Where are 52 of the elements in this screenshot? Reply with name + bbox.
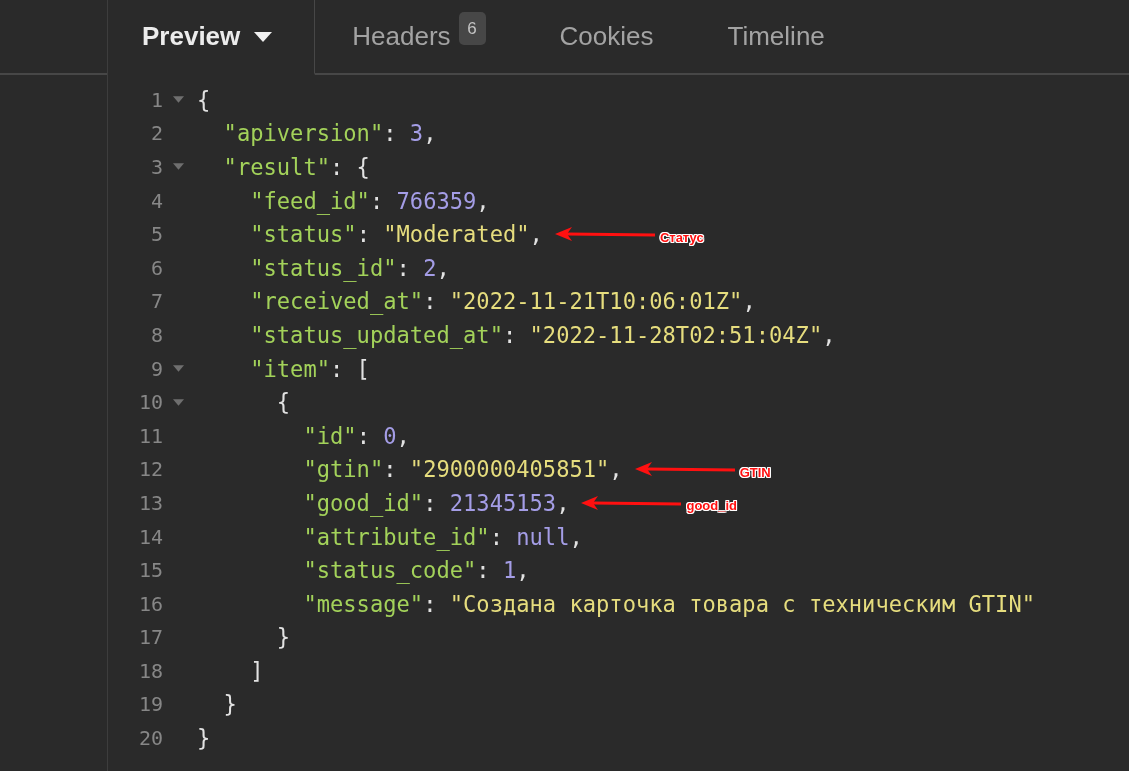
code-line: "attribute_id": null, [303,523,583,550]
line-number: 3 [149,155,163,179]
annotation-label: GTIN [739,464,771,480]
code-line: "status_updated_at": "2022-11-28T02:51:04Z", [250,321,836,348]
code-line: } [223,691,237,718]
code-line: "status": "Moderated", [250,221,543,248]
line-number: 12 [137,457,163,482]
code-line: "item": [ [250,355,370,382]
code-line: "gtin": "2900000405851", [303,456,623,483]
code-line: "good_id": 21345153, [303,489,570,516]
line-number: 9 [149,356,163,381]
tab[interactable]: Headers 6 [315,0,523,75]
line-number: 8 [149,322,163,347]
tab[interactable]: Preview [108,0,316,75]
code-line: "message": "Создана карточка товара с техническим GTIN" [303,590,1035,617]
code-line: } [197,725,211,752]
line-number: 18 [137,658,163,683]
line-number: 13 [137,490,163,515]
line-number: 1 [149,87,163,112]
line-number: 14 [137,524,163,549]
fold-triangle-icon[interactable] [173,163,184,171]
code-line: "status_id": 2, [250,254,450,281]
code-line: } [276,624,291,651]
code-line: "status_code": 1, [303,557,530,584]
code-line: ] [250,657,264,684]
annotation-label: Статус [659,229,704,245]
fold-triangle-icon[interactable] [173,96,184,104]
code-line: "received_at": "2022-11-21T10:06:01Z", [250,288,756,315]
line-number: 20 [137,726,163,751]
line-number: 16 [137,591,163,616]
code-line: "id": 0, [303,422,410,449]
tab[interactable]: Cookies [522,0,691,75]
line-number: 5 [149,222,163,247]
tab[interactable]: Timeline [690,0,862,75]
code-line: "result": { [223,154,370,180]
code-line: "apiversion": 3, [223,120,437,147]
fold-triangle-icon[interactable] [173,398,184,406]
line-number: 15 [137,558,163,583]
code-line: { [276,389,291,416]
line-number: 6 [149,255,163,280]
fold-triangle-icon[interactable] [173,365,184,373]
line-number: 17 [137,625,163,650]
code-line: "feed_id": 766359, [250,187,490,214]
line-number: 10 [137,390,163,415]
line-number: 19 [137,692,163,717]
line-number: 11 [137,423,163,448]
line-number: 2 [149,121,163,146]
line-number: 7 [149,289,163,314]
line-number: 4 [149,188,163,213]
count-badge: 6 [458,12,486,45]
annotation-label: good_id [686,498,737,514]
code-line: { [197,86,211,113]
